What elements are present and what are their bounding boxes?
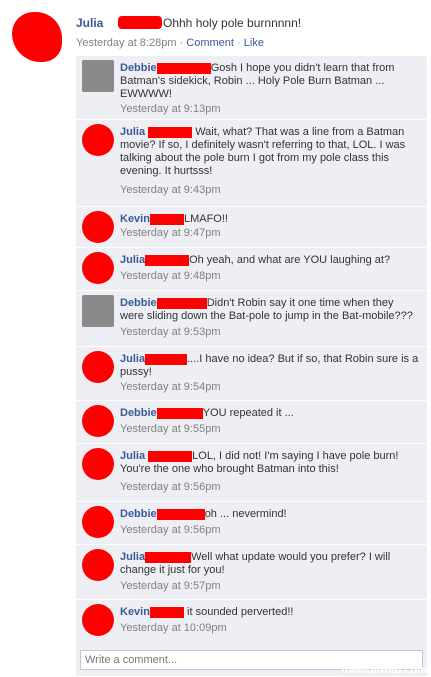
comment-item: Debbie YOU repeated it ... Yesterday at 9… (76, 401, 427, 444)
commenter-name[interactable]: Kevin (120, 213, 150, 225)
name-redaction (156, 62, 211, 74)
commenter-avatar-redacted (82, 252, 114, 284)
comment-timestamp: Yesterday at 9:48pm (120, 270, 221, 282)
separator: · (179, 37, 184, 49)
author-avatar-redacted (12, 12, 62, 62)
commenter-name[interactable]: Julia (120, 353, 145, 365)
commenter-avatar-redacted (82, 604, 114, 636)
commenter-avatar-redacted (82, 549, 114, 581)
commenter-name[interactable]: Debbie (120, 508, 157, 520)
like-link[interactable]: Like (244, 37, 264, 49)
comment-timestamp: Yesterday at 9:13pm (120, 103, 221, 115)
comment-item: Kevin LMAFO!! Yesterday at 9:47pm (76, 207, 427, 248)
commenter-name[interactable]: Julia (120, 551, 145, 563)
comment-item: Julia ....I have no idea? But if so, that… (76, 347, 427, 401)
comment-timestamp: Yesterday at 9:54pm (120, 381, 221, 393)
name-redaction (156, 297, 207, 309)
comment-timestamp: Yesterday at 9:56pm (120, 524, 221, 536)
commenter-avatar[interactable] (82, 295, 114, 327)
comment-list: Debbie Gosh I hope you didn't learn that … (76, 56, 427, 676)
post-meta: Yesterday at 8:28pm · Comment · Like (76, 37, 264, 49)
post-text: Ohhh holy pole burnnnnn! (163, 16, 302, 30)
comment-text: LMAFO!! (183, 213, 228, 225)
commenter-avatar[interactable] (82, 60, 114, 92)
comment-body: Debbie oh ... nevermind! (120, 508, 420, 521)
commenter-name[interactable]: Julia (120, 126, 145, 138)
name-redaction (118, 16, 162, 29)
commenter-name[interactable]: Julia (120, 450, 145, 462)
name-redaction (149, 213, 184, 225)
comment-timestamp: Yesterday at 9:57pm (120, 580, 221, 592)
name-redaction (156, 407, 203, 419)
name-redaction (148, 126, 193, 138)
comment-body: Kevin it sounded perverted!! (120, 606, 420, 619)
commenter-avatar-redacted (82, 506, 114, 538)
comment-text: Oh yeah, and what are YOU laughing at? (189, 254, 391, 266)
comment-body: Debbie Gosh I hope you didn't learn that … (120, 62, 420, 101)
name-redaction (156, 508, 205, 520)
comment-item: Kevin it sounded perverted!! Yesterday a… (76, 600, 427, 642)
comment-timestamp: Yesterday at 9:56pm (120, 481, 221, 493)
commenter-avatar-redacted (82, 405, 114, 437)
watermark: thewolfweb.com (341, 664, 427, 676)
comment-item: Julia LOL, I did not! I'm saying I have … (76, 444, 427, 502)
commenter-avatar-redacted (82, 351, 114, 383)
comment-text: YOU repeated it ... (202, 407, 294, 419)
comment-link[interactable]: Comment (186, 37, 234, 49)
name-redaction (145, 254, 190, 266)
name-redaction (148, 450, 193, 462)
status-post: Julia Ohhh holy pole burnnnnn! Yesterday… (0, 0, 431, 62)
comment-timestamp: Yesterday at 10:09pm (120, 622, 227, 634)
commenter-avatar-redacted (82, 448, 114, 480)
post-author-name[interactable]: Julia (76, 16, 103, 30)
comment-body: Kevin LMAFO!! (120, 213, 420, 226)
comment-item: Julia Oh yeah, and what are YOU laughing … (76, 248, 427, 291)
comment-item: Debbie oh ... nevermind! Yesterday at 9:5… (76, 502, 427, 545)
comment-text: it sounded perverted!! (187, 606, 294, 618)
commenter-avatar-redacted (82, 211, 114, 243)
comment-body: Julia Wait, what? That was a line from a… (120, 126, 420, 178)
comment-body: Julia Oh yeah, and what are YOU laughing … (120, 254, 420, 267)
commenter-avatar-redacted (82, 124, 114, 156)
comment-item: Julia Wait, what? That was a line from a… (76, 120, 427, 207)
comment-timestamp: Yesterday at 9:47pm (120, 227, 221, 239)
name-redaction (145, 353, 188, 365)
comment-timestamp: Yesterday at 9:43pm (120, 184, 221, 196)
write-comment-placeholder: Write a comment... (85, 654, 178, 666)
comment-item: Julia Well what update would you prefer? … (76, 545, 427, 600)
commenter-name[interactable]: Julia (120, 254, 145, 266)
name-redaction (149, 606, 184, 618)
comment-body: Julia Well what update would you prefer? … (120, 551, 420, 577)
comment-text: oh ... nevermind! (204, 508, 287, 520)
comment-timestamp: Yesterday at 9:53pm (120, 326, 221, 338)
commenter-name[interactable]: Kevin (120, 606, 150, 618)
commenter-name[interactable]: Debbie (120, 62, 157, 74)
comment-body: Debbie Didn't Robin say it one time when … (120, 297, 420, 323)
comment-timestamp: Yesterday at 9:55pm (120, 423, 221, 435)
comment-body: Debbie YOU repeated it ... (120, 407, 420, 420)
commenter-name[interactable]: Debbie (120, 407, 157, 419)
name-redaction (145, 551, 192, 563)
comment-body: Julia ....I have no idea? But if so, that… (120, 353, 420, 379)
commenter-name[interactable]: Debbie (120, 297, 157, 309)
comment-item: Debbie Gosh I hope you didn't learn that … (76, 56, 427, 120)
separator: · (237, 37, 241, 49)
comment-body: Julia LOL, I did not! I'm saying I have … (120, 450, 420, 476)
comment-item: Debbie Didn't Robin say it one time when … (76, 291, 427, 347)
post-timestamp: Yesterday at 8:28pm (76, 37, 177, 49)
